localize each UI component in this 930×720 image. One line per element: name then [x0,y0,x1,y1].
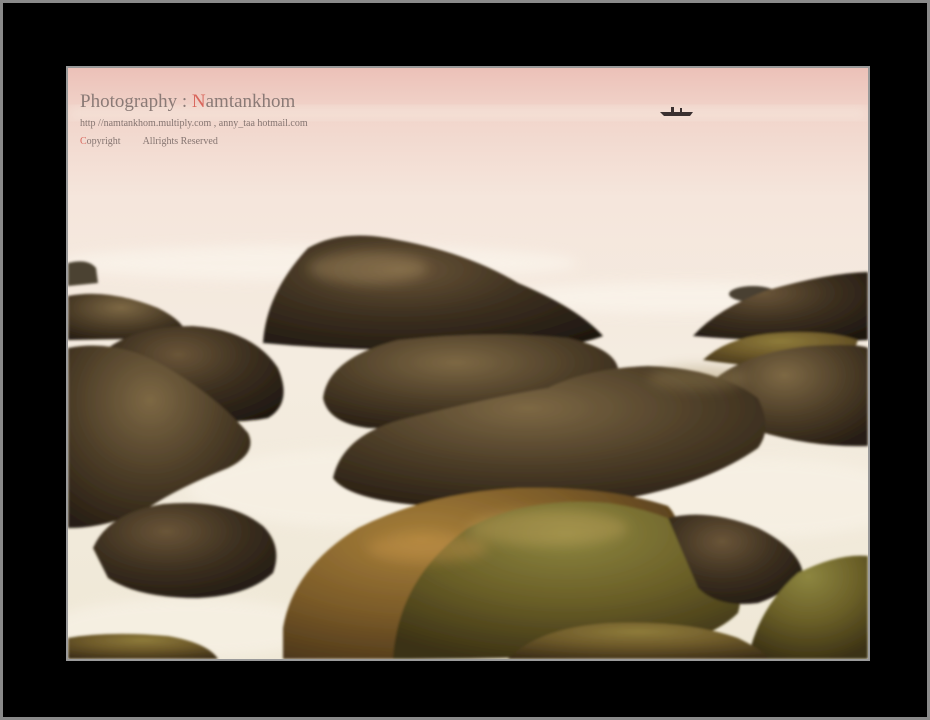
copyright-label: opyright [86,136,121,147]
copyright-accent: C [80,136,87,147]
watermark-contact: http //namtankhom.multiply.com , anny_ta… [80,118,308,129]
seascape-photo: Photography : Namtankhom http //namtankh… [66,66,870,661]
watermark-title-prefix: Photography : [80,91,192,112]
watermark-title-accent: N [191,91,206,112]
outer-frame: Photography : Namtankhom http //namtankh… [0,0,930,720]
seascape-image [68,68,868,659]
watermark-title-rest: amtankhom [205,91,296,112]
watermark-title: Photography : Namtankhom [80,91,295,113]
watermark-copyright: Copyright Allrights Reserved [80,136,218,147]
rights-label: Allrights Reserved [142,136,218,147]
